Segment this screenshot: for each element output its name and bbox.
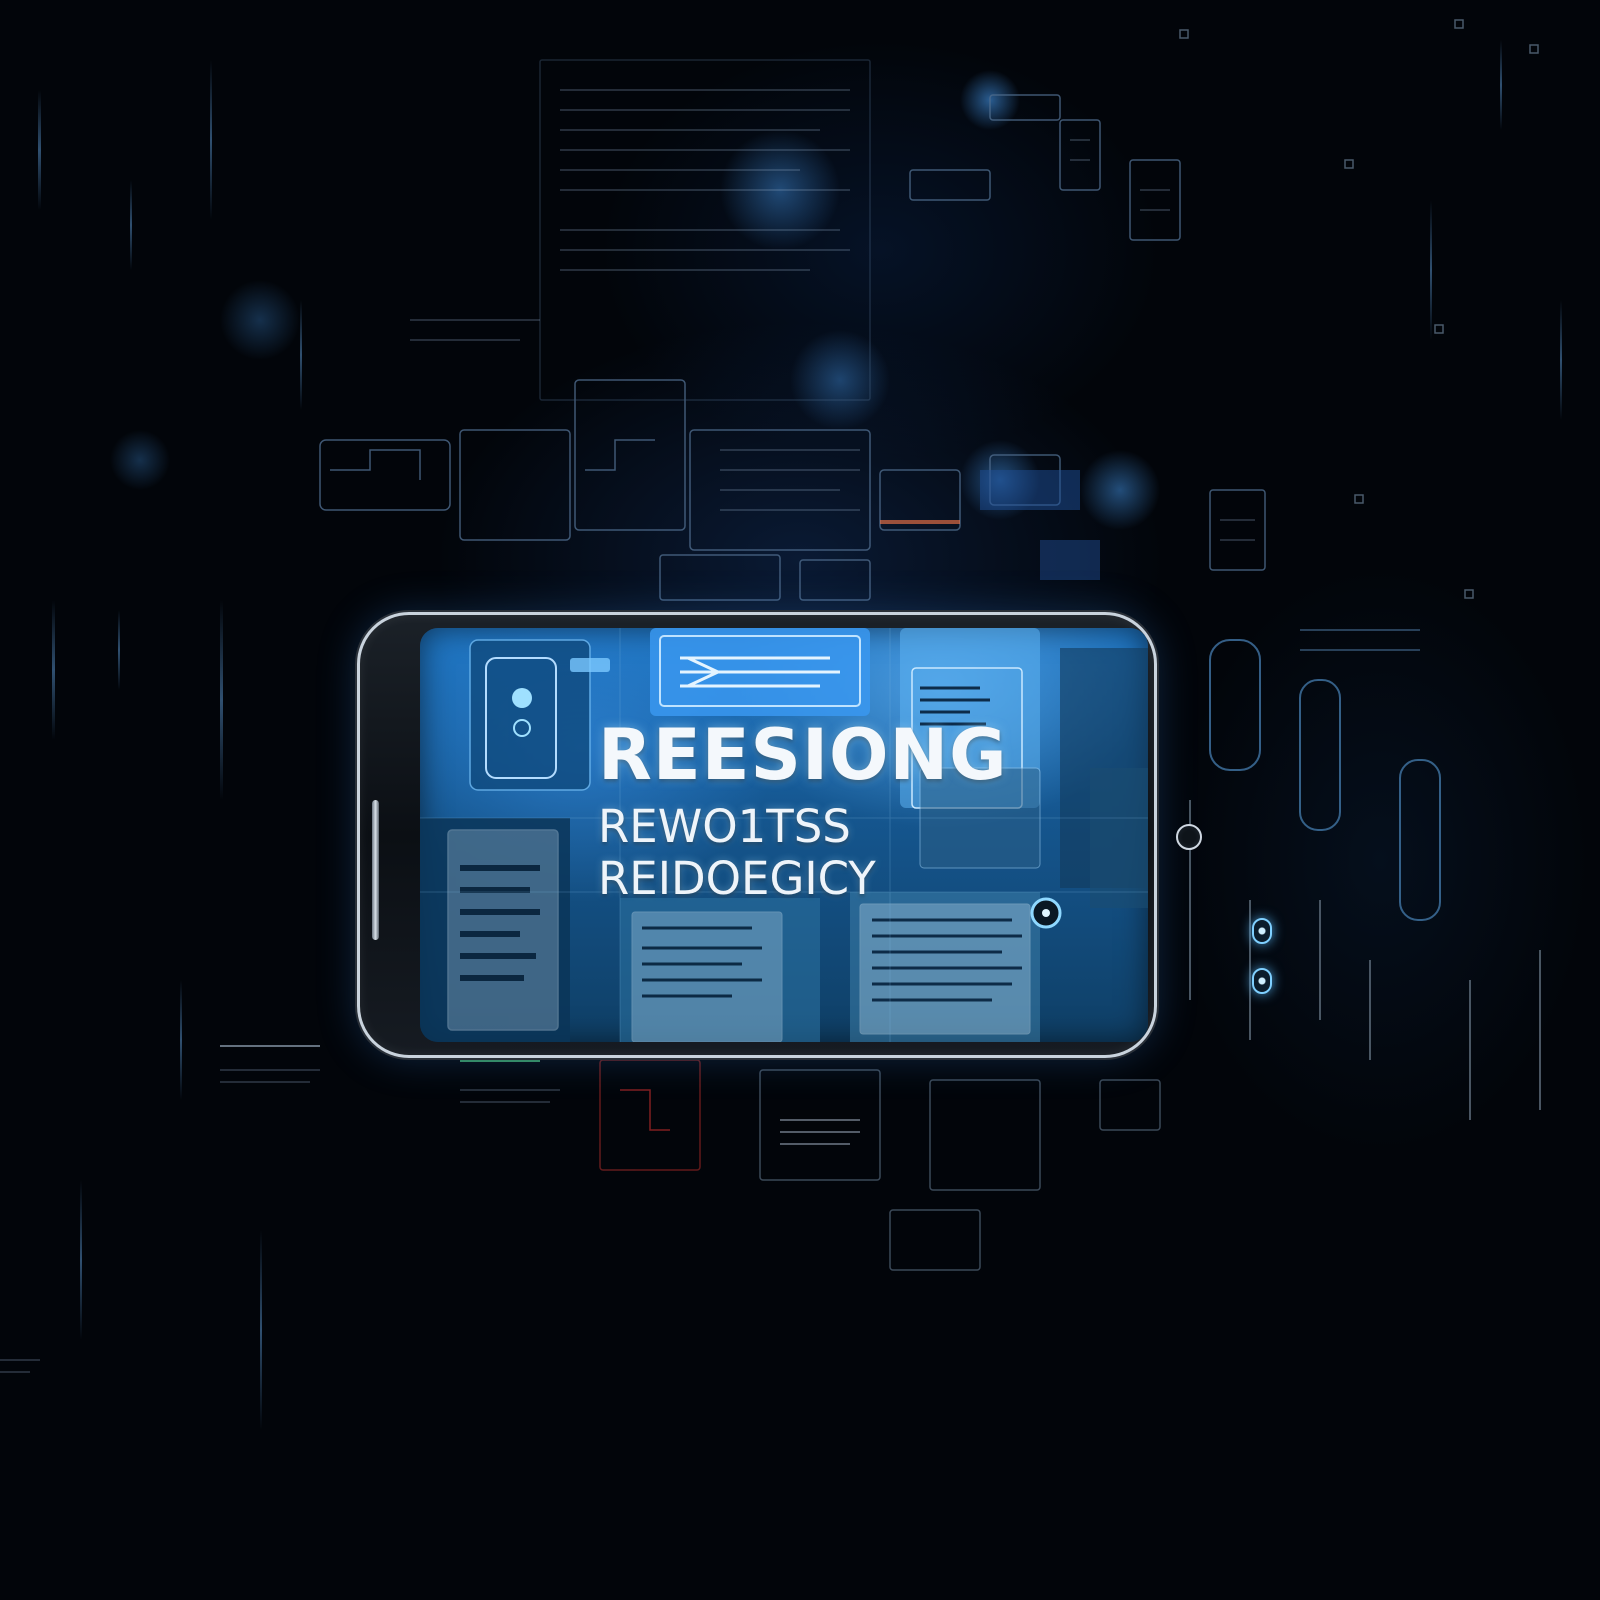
screen-subline-1: REWO1TSS bbox=[598, 800, 851, 853]
glow-blobs bbox=[110, 70, 1160, 530]
right-panels bbox=[1189, 629, 1541, 1120]
lens-icon bbox=[1252, 968, 1272, 994]
side-button bbox=[372, 800, 379, 940]
scene: REESIONG REWO1TSS REIDOEGICY bbox=[0, 0, 1600, 1600]
lens-icon bbox=[1252, 918, 1272, 944]
screen-subline-2: REIDOEGICY bbox=[598, 852, 876, 905]
home-button-icon bbox=[1176, 824, 1202, 850]
screen-headline: REESIONG bbox=[598, 714, 1008, 796]
lower-panels bbox=[599, 1059, 1161, 1271]
phone-screen: REESIONG REWO1TSS REIDOEGICY bbox=[420, 628, 1148, 1042]
square-markers bbox=[1179, 19, 1539, 599]
